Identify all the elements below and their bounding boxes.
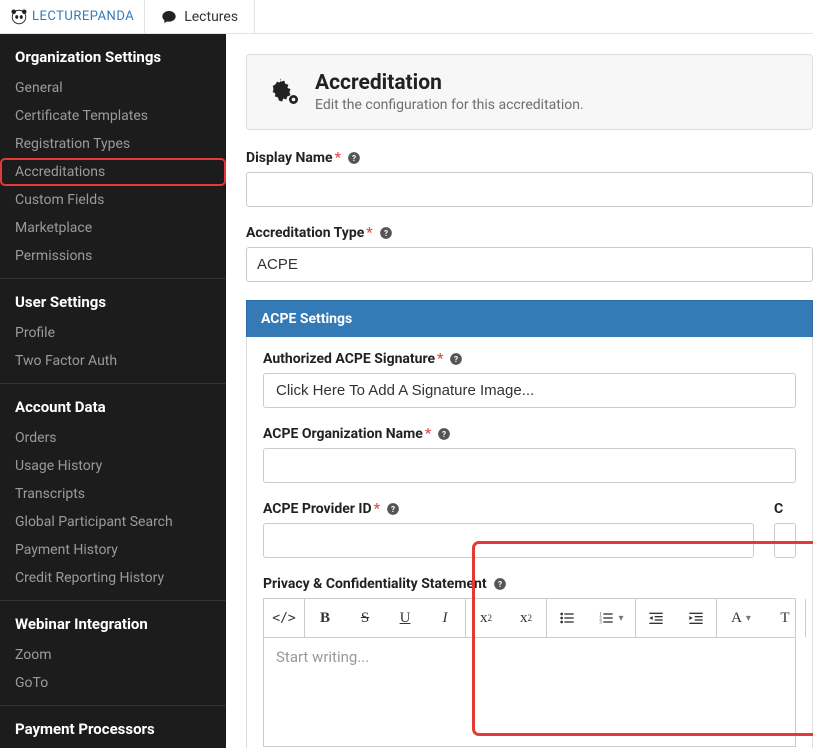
display-name-group: Display Name* ? [246, 150, 813, 207]
indent-icon [688, 610, 704, 626]
acpe-settings-header: ACPE Settings [246, 300, 813, 337]
help-icon[interactable]: ? [437, 427, 451, 441]
sidebar-item-accreditations[interactable]: Accreditations [0, 158, 226, 186]
svg-text:?: ? [352, 153, 356, 163]
required-asterisk: * [425, 426, 431, 442]
toolbar-font-color-button[interactable]: A▾ [717, 599, 765, 637]
toolbar-ordered-list-button[interactable]: 123 ▾ [587, 599, 635, 637]
editor-toolbar: </> B S U I x2 x2 [263, 598, 796, 637]
sidebar-item-two-factor[interactable]: Two Factor Auth [0, 347, 226, 375]
svg-text:?: ? [384, 228, 388, 238]
acpe-org-name-group: ACPE Organization Name* ? [263, 426, 796, 483]
sidebar-item-general[interactable]: General [0, 74, 226, 102]
help-icon[interactable]: ? [379, 226, 393, 240]
sidebar-item-usage-history[interactable]: Usage History [0, 452, 226, 480]
sidebar-item-payment-history[interactable]: Payment History [0, 536, 226, 564]
sidebar-heading-user: User Settings [0, 279, 226, 319]
help-icon[interactable]: ? [386, 502, 400, 516]
sidebar-item-transcripts[interactable]: Transcripts [0, 480, 226, 508]
sidebar-heading-account: Account Data [0, 384, 226, 424]
sidebar-heading-org: Organization Settings [0, 34, 226, 74]
chevron-down-icon: ▾ [618, 613, 623, 624]
toolbar-italic-button[interactable]: I [425, 599, 465, 637]
sidebar-item-credit-reporting[interactable]: Credit Reporting History [0, 564, 226, 592]
page-title: Accreditation [315, 71, 584, 95]
topnav-lectures[interactable]: Lectures [145, 0, 255, 33]
panda-icon [10, 8, 28, 26]
editor-textarea[interactable]: Start writing... [263, 637, 796, 747]
toolbar-code-button[interactable]: </> [264, 599, 304, 637]
main-layout: Organization Settings General Certificat… [0, 34, 813, 748]
toolbar-underline-button[interactable]: U [385, 599, 425, 637]
topnav-lectures-label: Lectures [184, 9, 238, 25]
list-ol-icon: 123 [598, 610, 614, 626]
help-icon[interactable]: ? [493, 577, 507, 591]
acpe-signature-group: Authorized ACPE Signature* ? Click Here … [263, 351, 796, 408]
accreditation-type-group: Accreditation Type* ? [246, 225, 813, 282]
chevron-down-icon: ▾ [746, 613, 751, 624]
toolbar-subscript-button[interactable]: x2 [506, 599, 546, 637]
acpe-provider-id-group: ACPE Provider ID* ? [263, 501, 754, 558]
acpe-provider-id-input[interactable] [263, 523, 754, 558]
sidebar-item-profile[interactable]: Profile [0, 319, 226, 347]
add-signature-button[interactable]: Click Here To Add A Signature Image... [263, 373, 796, 408]
page-subtitle: Edit the configuration for this accredit… [315, 97, 584, 113]
acpe-settings-box: Authorized ACPE Signature* ? Click Here … [246, 337, 813, 748]
required-asterisk: * [366, 225, 372, 241]
accreditation-type-label: Accreditation Type* ? [246, 225, 813, 241]
page-header-panel: Accreditation Edit the configuration for… [246, 54, 813, 130]
sidebar-item-custom-fields[interactable]: Custom Fields [0, 186, 226, 214]
toolbar-indent-button[interactable] [676, 599, 716, 637]
toolbar-unordered-list-button[interactable] [547, 599, 587, 637]
acpe-col2-label: C [774, 501, 796, 517]
comment-icon [161, 9, 177, 25]
sidebar-item-global-search[interactable]: Global Participant Search [0, 508, 226, 536]
svg-text:3: 3 [600, 620, 603, 625]
display-name-input[interactable] [246, 172, 813, 207]
required-asterisk: * [437, 351, 443, 367]
svg-text:?: ? [498, 579, 502, 589]
acpe-col2-group: C [774, 501, 796, 558]
sidebar-item-goto[interactable]: GoTo [0, 669, 226, 697]
svg-text:?: ? [391, 504, 395, 514]
toolbar-strike-button[interactable]: S [345, 599, 385, 637]
toolbar-outdent-button[interactable] [636, 599, 676, 637]
content-area: Accreditation Edit the configuration for… [226, 34, 813, 748]
acpe-col2-input[interactable] [774, 523, 796, 558]
sidebar-item-zoom[interactable]: Zoom [0, 641, 226, 669]
brand-text: LECTUREPANDA [32, 9, 134, 24]
sidebar-heading-payment-proc: Payment Processors [0, 706, 226, 746]
gears-icon [265, 74, 301, 110]
brand-logo[interactable]: LECTUREPANDA [0, 0, 145, 33]
acpe-org-name-input[interactable] [263, 448, 796, 483]
toolbar-bold-button[interactable]: B [305, 599, 345, 637]
toolbar-superscript-button[interactable]: x2 [466, 599, 506, 637]
rich-text-editor: </> B S U I x2 x2 [263, 598, 796, 747]
acpe-org-name-label: ACPE Organization Name* ? [263, 426, 796, 442]
outdent-icon [648, 610, 664, 626]
svg-text:?: ? [454, 354, 458, 364]
sidebar-item-registration-types[interactable]: Registration Types [0, 130, 226, 158]
sidebar-item-certificate-templates[interactable]: Certificate Templates [0, 102, 226, 130]
required-asterisk: * [374, 501, 380, 517]
sidebar-item-permissions[interactable]: Permissions [0, 242, 226, 270]
sidebar-item-marketplace[interactable]: Marketplace [0, 214, 226, 242]
toolbar-text-button[interactable]: T [765, 599, 805, 637]
list-ul-icon [559, 610, 575, 626]
display-name-label: Display Name* ? [246, 150, 813, 166]
sidebar-heading-webinar: Webinar Integration [0, 601, 226, 641]
privacy-statement-group: Privacy & Confidentiality Statement ? </… [263, 576, 796, 747]
required-asterisk: * [335, 150, 341, 166]
acpe-provider-id-label: ACPE Provider ID* ? [263, 501, 754, 517]
svg-text:?: ? [442, 429, 446, 439]
accreditation-type-input[interactable] [246, 247, 813, 282]
topbar: LECTUREPANDA Lectures [0, 0, 813, 34]
help-icon[interactable]: ? [347, 151, 361, 165]
sidebar-item-orders[interactable]: Orders [0, 424, 226, 452]
acpe-signature-label: Authorized ACPE Signature* ? [263, 351, 796, 367]
privacy-statement-label: Privacy & Confidentiality Statement ? [263, 576, 796, 592]
sidebar: Organization Settings General Certificat… [0, 34, 226, 748]
help-icon[interactable]: ? [449, 352, 463, 366]
